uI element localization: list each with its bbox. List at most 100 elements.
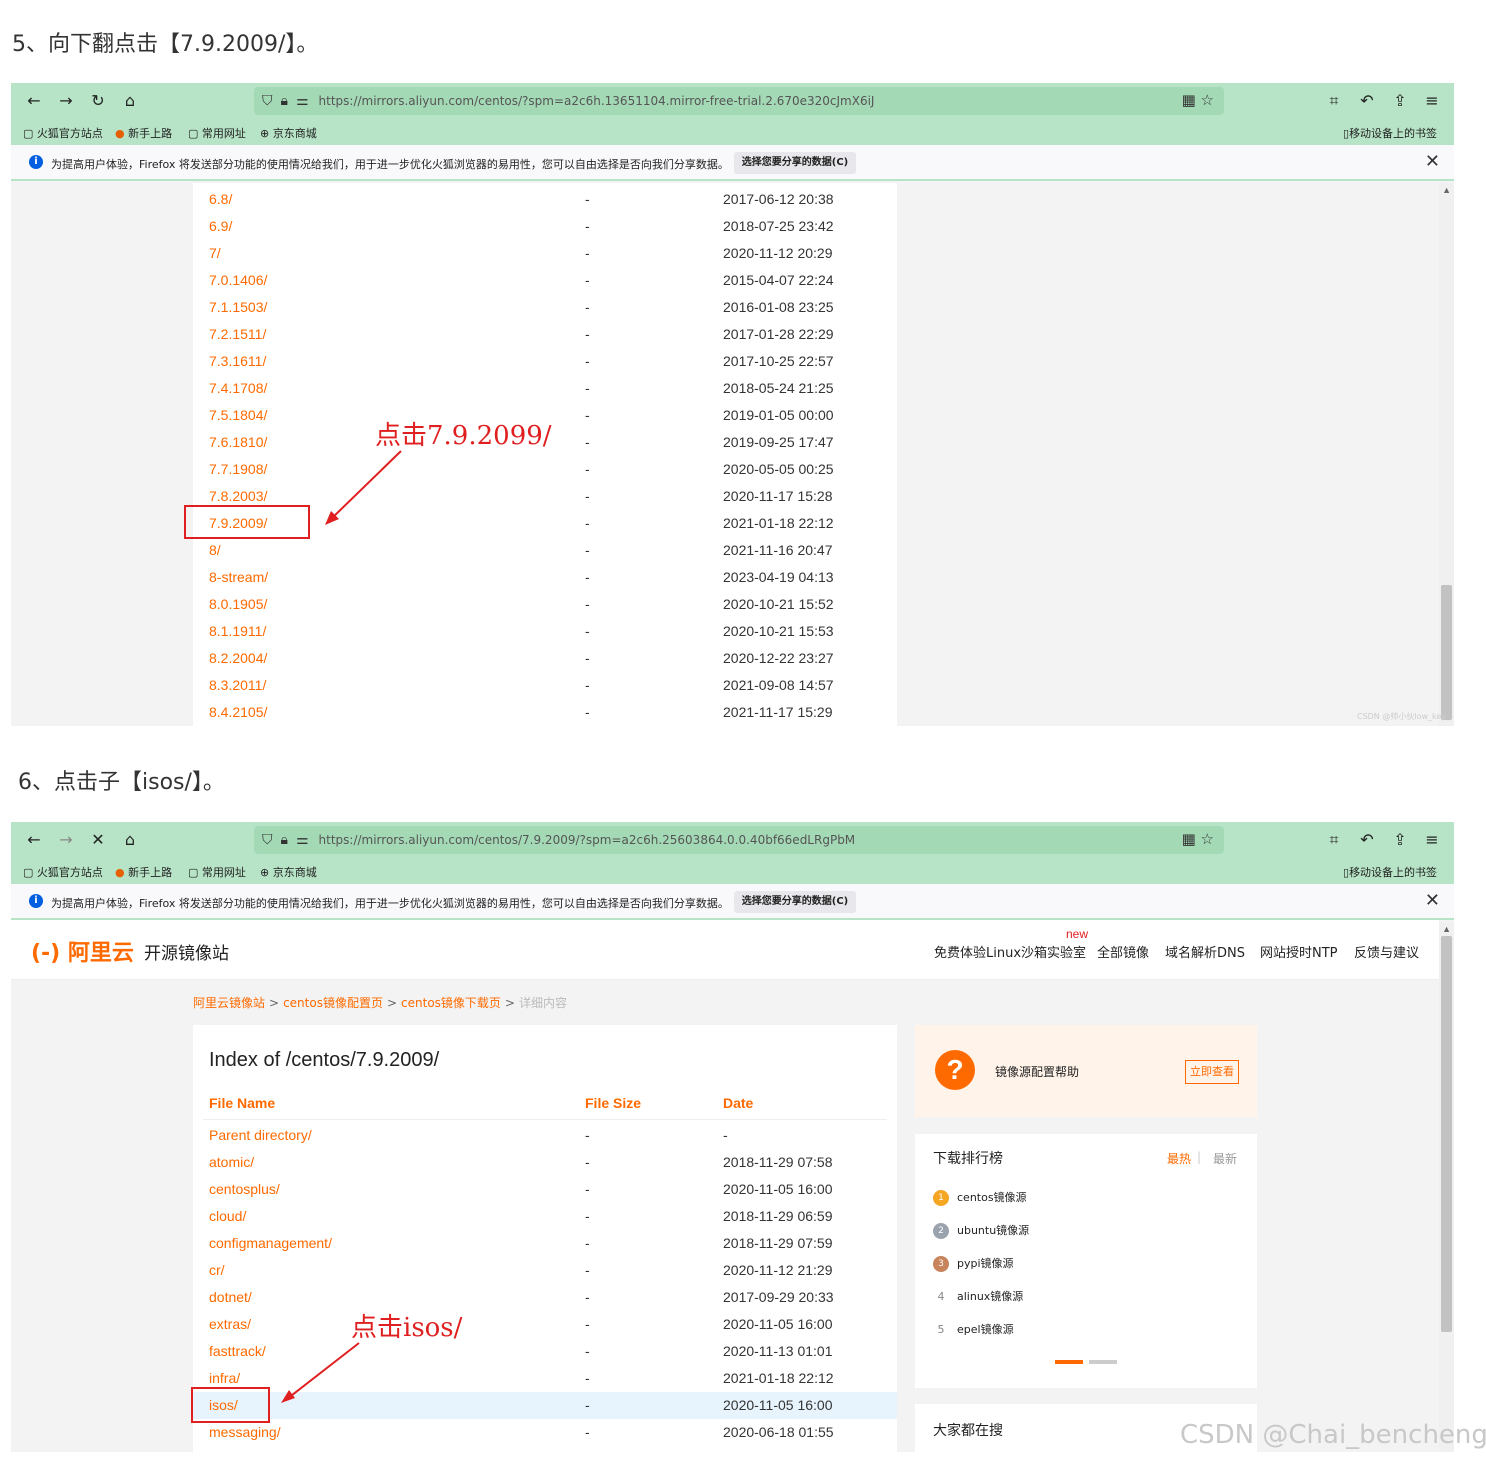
file-link[interactable]: 7.6.1810/ [209,434,267,450]
home-icon[interactable]: ⌂ [119,91,141,111]
close-icon[interactable]: ✕ [1425,151,1440,172]
carousel-dot[interactable] [1089,1360,1117,1364]
breadcrumb-download[interactable]: centos镜像下载页 [401,996,501,1010]
file-link[interactable]: cloud/ [209,1208,246,1224]
reload-icon[interactable]: ↻ [87,91,109,111]
file-date: 2021-01-18 22:12 [723,515,834,531]
share-data-button[interactable]: 选择您要分享的数据(C) [734,891,856,913]
bookmark-firefox[interactable]: ▢ 火狐官方站点 [23,864,103,880]
file-link[interactable]: configmanagement/ [209,1235,332,1251]
file-link[interactable]: 7.3.1611/ [209,353,266,369]
file-link[interactable]: 8.4.2105/ [209,704,267,720]
scrollbar[interactable]: ▲ [1439,183,1454,726]
bookmark-common[interactable]: ▢ 常用网址 [188,864,246,880]
scroll-up-icon[interactable]: ▲ [1442,185,1451,195]
tab-hot[interactable]: 最热 [1167,1150,1191,1167]
screenshot-icon[interactable]: ⌗ [1323,830,1345,850]
share-data-button[interactable]: 选择您要分享的数据(C) [734,152,856,174]
nav-dns[interactable]: 域名解析DNS [1165,942,1245,961]
file-date: 2020-11-17 15:28 [723,488,833,504]
file-link[interactable]: 7.4.1708/ [209,380,267,396]
rank-item[interactable]: 4 alinux镜像源 [933,1288,1024,1304]
file-link[interactable]: 8.2.2004/ [209,650,267,666]
url-bar[interactable]: ⛉ 🔒︎ ⚌ https://mirrors.aliyun.com/centos… [254,826,1224,854]
scroll-thumb[interactable] [1441,936,1452,1332]
close-icon[interactable]: ✕ [1425,890,1440,911]
file-link[interactable]: 8/ [209,542,221,558]
extensions-icon[interactable]: ⇪ [1389,91,1411,111]
aliyun-logo[interactable]: (-) 阿里云 [31,935,134,967]
file-link[interactable]: 7/ [209,245,221,261]
forward-icon[interactable]: → [55,91,77,111]
rank-item[interactable]: 3 pypi镜像源 [933,1255,1014,1272]
file-link[interactable]: 7.5.1804/ [209,407,267,423]
menu-icon[interactable]: ≡ [1421,91,1443,111]
stop-icon[interactable]: ✕ [87,830,109,850]
file-link[interactable]: 7.1.1503/ [209,299,267,315]
file-link[interactable]: cr/ [209,1262,225,1278]
nav-feedback[interactable]: 反馈与建议 [1354,942,1419,961]
file-link[interactable]: 8.1.1911/ [209,623,266,639]
rank-item[interactable]: 5 epel镜像源 [933,1321,1014,1337]
nav-all-mirrors[interactable]: 全部镜像 [1097,942,1149,961]
view-now-button[interactable]: 立即查看 [1185,1060,1239,1084]
file-link[interactable]: 7.0.1406/ [209,272,267,288]
forward-icon[interactable]: → [55,830,77,850]
bookmark-jd[interactable]: ⊕ 京东商城 [260,864,317,880]
bookmark-newbie[interactable]: ● 新手上路 [115,125,172,141]
carousel-dot-active[interactable] [1055,1360,1083,1364]
rank-item[interactable]: 2 ubuntu镜像源 [933,1222,1029,1239]
file-link[interactable]: fasttrack/ [209,1343,266,1359]
menu-icon[interactable]: ≡ [1421,830,1443,850]
qr-star-icons[interactable]: ▦ ☆ [1182,91,1214,109]
file-size: - [585,569,590,585]
rank-item[interactable]: 1 centos镜像源 [933,1189,1027,1206]
step5-title: 5、向下翻点击【7.9.2009/】。 [12,32,319,57]
screenshot-icon[interactable]: ⌗ [1323,91,1345,111]
tab-new[interactable]: 最新 [1213,1150,1237,1167]
qr-star-icons[interactable]: ▦ ☆ [1182,830,1214,848]
bookmark-mobile[interactable]: ▯移动设备上的书签 [1343,125,1437,141]
extensions-icon[interactable]: ⇪ [1389,830,1411,850]
bookmark-firefox[interactable]: ▢ 火狐官方站点 [23,125,103,141]
file-link[interactable]: 7.7.1908/ [209,461,267,477]
scroll-up-icon[interactable]: ▲ [1442,924,1451,934]
bookmark-mobile[interactable]: ▯移动设备上的书签 [1343,864,1437,880]
scrollbar[interactable]: ▲ [1439,922,1454,1452]
file-link[interactable]: 7.2.1511/ [209,326,266,342]
file-link[interactable]: 8.3.2011/ [209,677,266,693]
scroll-thumb[interactable] [1441,585,1452,720]
table-row: 8.1.1911/ - 2020-10-21 15:53 [193,618,897,645]
back-icon[interactable]: ← [23,830,45,850]
file-link[interactable]: 8.0.1905/ [209,596,267,612]
file-size: - [585,299,590,315]
file-size: - [585,1181,590,1197]
file-size: - [585,1289,590,1305]
file-size: - [585,353,590,369]
file-link[interactable]: Parent directory/ [209,1127,312,1143]
file-date: 2021-11-16 20:47 [723,542,833,558]
file-link[interactable]: atomic/ [209,1154,254,1170]
file-link[interactable]: 8-stream/ [209,569,268,585]
url-bar[interactable]: ⛉ 🔒︎ ⚌ https://mirrors.aliyun.com/centos… [254,87,1224,115]
file-link[interactable]: messaging/ [209,1424,281,1440]
bookmark-jd[interactable]: ⊕ 京东商城 [260,125,317,141]
file-link[interactable]: 6.8/ [209,191,232,207]
file-link[interactable]: centosplus/ [209,1181,280,1197]
home-icon[interactable]: ⌂ [119,830,141,850]
nav-sandbox[interactable]: 免费体验Linux沙箱实验室 [934,942,1086,961]
bookmark-common[interactable]: ▢ 常用网址 [188,125,246,141]
file-link[interactable]: 6.9/ [209,218,232,234]
file-link[interactable]: extras/ [209,1316,251,1332]
bookmark-newbie[interactable]: ● 新手上路 [115,864,172,880]
file-link[interactable]: dotnet/ [209,1289,252,1305]
undo-icon[interactable]: ↶ [1356,91,1378,111]
breadcrumb-config[interactable]: centos镜像配置页 [283,996,383,1010]
file-link[interactable]: 7.8.2003/ [209,488,267,504]
file-link[interactable]: infra/ [209,1370,240,1386]
breadcrumb-home[interactable]: 阿里云镜像站 [193,996,265,1010]
permissions-icon: ⚌ [295,832,309,848]
undo-icon[interactable]: ↶ [1356,830,1378,850]
nav-ntp[interactable]: 网站授时NTP [1260,942,1338,961]
back-icon[interactable]: ← [23,91,45,111]
